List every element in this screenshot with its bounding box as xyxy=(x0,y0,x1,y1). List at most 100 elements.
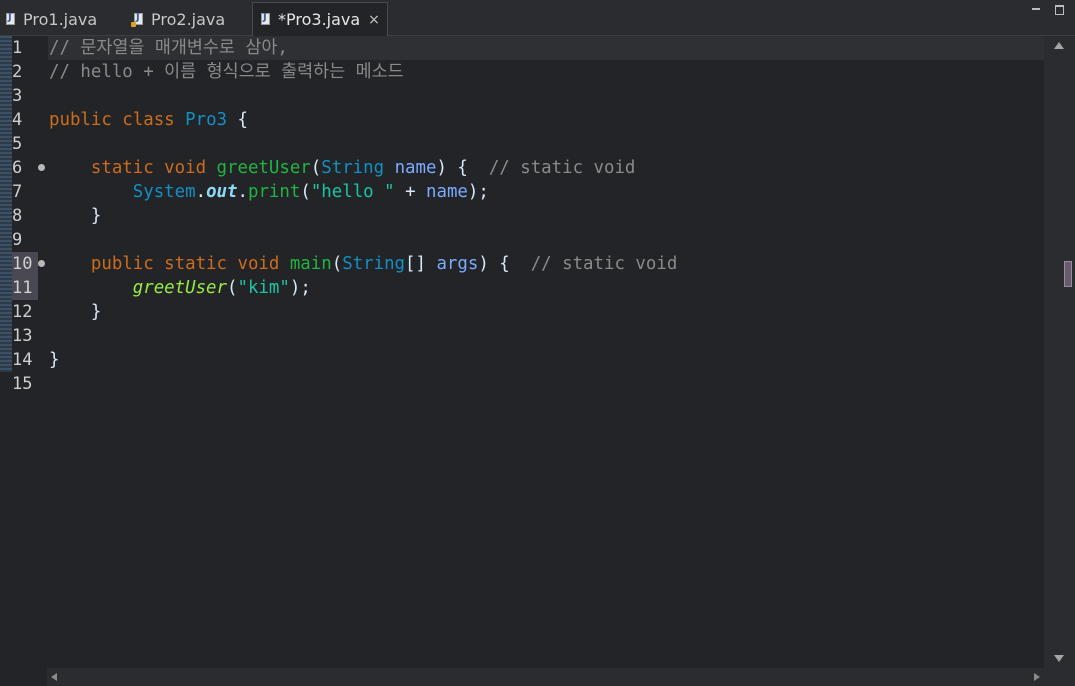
scroll-up-icon[interactable] xyxy=(1054,42,1064,49)
java-file-icon: J xyxy=(6,12,17,26)
code-token: print xyxy=(247,182,301,202)
line-number: 6 xyxy=(12,158,23,178)
code-token: ); xyxy=(467,182,489,202)
code-token: name xyxy=(426,182,468,202)
minimize-icon[interactable] xyxy=(1031,4,1041,14)
code-line[interactable]: 3 xyxy=(0,84,1044,108)
code-text[interactable]: static void greetUser(String name) { // … xyxy=(49,156,636,180)
code-token: out xyxy=(206,182,238,202)
line-number: 4 xyxy=(12,110,23,130)
scroll-right-icon[interactable] xyxy=(1034,673,1040,681)
tab-label: Pro1.java xyxy=(23,9,98,29)
code-text[interactable]: System.out.print("hello " + name); xyxy=(49,180,489,204)
code-token: String xyxy=(321,158,385,178)
code-line[interactable]: 5 xyxy=(0,132,1044,156)
scroll-down-icon[interactable] xyxy=(1054,655,1064,662)
line-number: 12 xyxy=(12,302,33,322)
code-line[interactable]: 9 xyxy=(0,228,1044,252)
code-token: public class xyxy=(49,110,186,130)
line-number: 3 xyxy=(12,86,23,106)
code-text[interactable]: public static void main(String[] args) {… xyxy=(49,252,677,276)
code-line[interactable]: 10 public static void main(String[] args… xyxy=(0,252,1044,276)
code-token: ) { xyxy=(436,158,489,178)
code-token: ( xyxy=(300,182,311,202)
scrollbar-corner xyxy=(1044,668,1075,686)
scroll-left-icon[interactable] xyxy=(51,673,57,681)
code-token: "hello " xyxy=(310,182,395,202)
code-text[interactable]: greetUser("kim"); xyxy=(49,276,311,300)
code-token: + xyxy=(394,182,427,202)
code-line[interactable]: 6 static void greetUser(String name) { /… xyxy=(0,156,1044,180)
code-line[interactable]: 11 greetUser("kim"); xyxy=(0,276,1044,300)
code-line[interactable]: 1 // 문자열을 매개변수로 삼아, xyxy=(0,36,1044,60)
line-number: 1 xyxy=(12,38,23,58)
code-token: ) { xyxy=(478,254,531,274)
line-number: 14 xyxy=(12,350,33,370)
code-token: // hello + 이름 형식으로 출력하는 메소드 xyxy=(49,62,404,82)
fold-toggle-icon[interactable] xyxy=(38,164,45,171)
java-file-icon: J xyxy=(261,12,272,26)
code-line[interactable]: 7 System.out.print("hello " + name); xyxy=(0,180,1044,204)
code-line[interactable]: 8 } xyxy=(0,204,1044,228)
close-icon[interactable]: × xyxy=(368,12,380,28)
window-controls xyxy=(1031,4,1065,15)
tab-pro3[interactable]: J *Pro3.java × xyxy=(252,2,388,36)
code-token: Pro3 xyxy=(185,110,228,130)
code-text[interactable]: } xyxy=(49,348,59,372)
code-token: greetUser xyxy=(132,278,227,298)
tab-pro1[interactable]: J Pro1.java xyxy=(0,2,124,36)
line-number: 15 xyxy=(12,374,33,394)
line-number: 11 xyxy=(12,276,38,300)
code-token: public static void xyxy=(90,254,290,274)
code-token: [] xyxy=(405,254,437,274)
code-line[interactable]: 13 xyxy=(0,324,1044,348)
fold-toggle-icon[interactable] xyxy=(38,260,45,267)
code-token: . xyxy=(195,182,207,202)
editor-tab-bar: J Pro1.java J Pro2.java J *Pro3.java × xyxy=(0,0,1075,36)
code-line[interactable]: 2 // hello + 이름 형식으로 출력하는 메소드 xyxy=(0,60,1044,84)
code-text[interactable]: } xyxy=(49,204,101,228)
code-token: args xyxy=(436,254,479,274)
tab-label: Pro2.java xyxy=(151,9,226,29)
line-number: 13 xyxy=(12,326,33,346)
code-text[interactable]: public class Pro3 { xyxy=(49,108,248,132)
horizontal-scrollbar[interactable] xyxy=(47,668,1044,686)
code-token: // 문자열을 매개변수로 삼아, xyxy=(49,38,288,58)
code-token: ( xyxy=(227,278,238,298)
code-token: String xyxy=(342,254,406,274)
tab-pro2[interactable]: J Pro2.java xyxy=(124,2,252,36)
code-text[interactable]: // hello + 이름 형식으로 출력하는 메소드 xyxy=(49,60,404,84)
line-number: 10 xyxy=(12,252,38,276)
line-number: 7 xyxy=(12,182,23,202)
code-line[interactable]: 14} xyxy=(0,348,1044,372)
code-token: } xyxy=(49,302,102,322)
line-number: 8 xyxy=(12,206,23,226)
java-file-warning-icon: J xyxy=(131,12,145,27)
vertical-scrollbar[interactable] xyxy=(1044,36,1075,668)
code-token: ); xyxy=(289,278,311,298)
code-line[interactable]: 12 } xyxy=(0,300,1044,324)
code-line[interactable]: 4 public class Pro3 { xyxy=(0,108,1044,132)
maximize-icon[interactable] xyxy=(1055,4,1065,15)
line-number: 9 xyxy=(12,230,23,250)
code-token: . xyxy=(237,182,248,202)
line-number: 2 xyxy=(12,62,23,82)
code-token: main xyxy=(289,254,332,274)
code-token: } xyxy=(49,206,102,226)
code-text[interactable]: } xyxy=(49,300,101,324)
editor-window: J Pro1.java J Pro2.java J *Pro3.java × 1… xyxy=(0,0,1075,686)
code-token: ( xyxy=(310,158,322,178)
code-editor[interactable]: 1 // 문자열을 매개변수로 삼아, 2 // hello + 이름 형식으로 출력… xyxy=(0,36,1044,668)
code-token: static void xyxy=(90,158,217,178)
code-text[interactable]: // 문자열을 매개변수로 삼아, xyxy=(49,36,288,60)
code-token: greetUser xyxy=(216,158,311,178)
code-token: name xyxy=(394,158,437,178)
code-token: { xyxy=(227,110,248,130)
overview-ruler-mark[interactable] xyxy=(1064,261,1072,287)
code-line[interactable]: 15 xyxy=(0,372,1044,396)
line-number: 5 xyxy=(12,134,23,154)
